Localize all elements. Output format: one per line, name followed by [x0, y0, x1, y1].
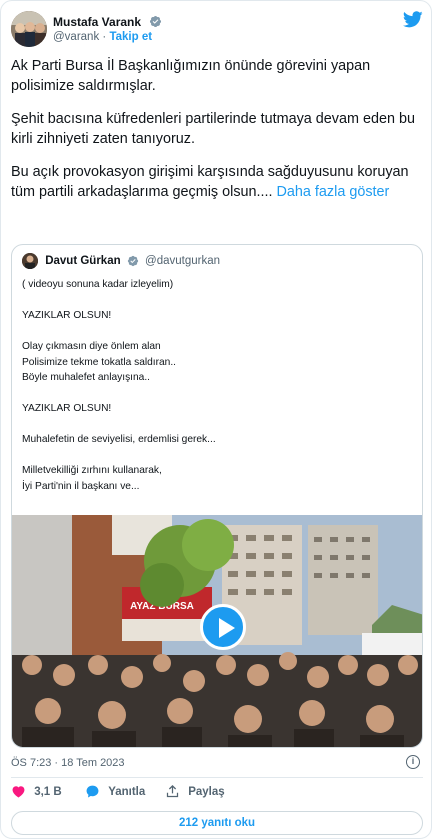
author-name[interactable]: Mustafa Varank: [53, 15, 141, 29]
like-button[interactable]: 3,1 B: [11, 784, 62, 804]
author-subline: @varank · Takip et: [53, 31, 152, 43]
author-handle[interactable]: @varank: [53, 31, 99, 43]
heart-icon: [12, 786, 25, 798]
quoted-avatar[interactable]: [22, 253, 38, 269]
share-upload-icon: [166, 784, 179, 798]
author-avatar[interactable]: [11, 11, 47, 47]
read-replies-button[interactable]: 212 yanıtı oku: [11, 811, 423, 835]
show-more-link[interactable]: Daha fazla göster: [277, 184, 390, 200]
like-count: 3,1 B: [34, 785, 62, 798]
quoted-text: ( videoyu sonuna kadar izleyelim) YAZIKL…: [22, 277, 412, 494]
quoted-verified-badge-icon: [127, 255, 138, 267]
quoted-line: YAZIKLAR OLSUN!: [22, 403, 112, 414]
share-button[interactable]: Paylaş: [165, 784, 225, 804]
quoted-avatar-image: [22, 253, 38, 269]
quoted-line: ( videoyu sonuna kadar izleyelim): [22, 279, 174, 290]
tweet-card: Mustafa Varank @varank · Takip et Ak Par…: [0, 0, 432, 839]
video-player[interactable]: AYAZ BURSA: [12, 515, 422, 747]
reply-button[interactable]: Yanıtla: [85, 784, 145, 804]
tweet-header: Mustafa Varank @varank · Takip et: [11, 9, 423, 49]
quoted-header: Davut Gürkan @davutgurkan: [22, 253, 220, 271]
quoted-line: Böyle muhalefet anlayışına..: [22, 372, 150, 383]
quoted-author-name[interactable]: Davut Gürkan: [45, 255, 120, 267]
quoted-line: Olay çıkmasın diye önlem alan: [22, 341, 161, 352]
tweet-paragraph-3: Bu açık provokasyon girişimi karşısında …: [11, 162, 421, 202]
tweet-paragraph-2: Şehit bacısına küfredenleri partilerinde…: [11, 111, 415, 147]
quoted-line: Polisimize tekme tokatla saldıran..: [22, 356, 177, 368]
share-label: Paylaş: [188, 785, 225, 798]
quoted-line: İyi Parti'nin il başkanı ve...: [22, 480, 140, 492]
twitter-bird-icon[interactable]: [403, 11, 423, 28]
quoted-author-handle[interactable]: @davutgurkan: [145, 255, 220, 267]
tweet-text: Ak Parti Bursa İl Başkanlığımızın önünde…: [11, 56, 421, 215]
avatar-image: [11, 11, 47, 47]
divider: [11, 777, 423, 778]
tweet-timestamp[interactable]: ÖS 7:23 · 18 Tem 2023: [11, 757, 125, 769]
play-button[interactable]: [200, 604, 246, 650]
quoted-line: Muhalefetin de seviyelisi, erdemlisi ger…: [22, 434, 216, 445]
quoted-line: Milletvekilliği zırhını kullanarak,: [22, 465, 162, 476]
reply-bubble-icon: [86, 785, 99, 798]
quoted-line: YAZIKLAR OLSUN!: [22, 310, 112, 321]
info-icon[interactable]: i: [406, 755, 420, 769]
reply-label: Yanıtla: [108, 785, 146, 798]
tweet-paragraph-1: Ak Parti Bursa İl Başkanlığımızın önünde…: [11, 58, 371, 94]
quoted-tweet[interactable]: Davut Gürkan @davutgurkan ( videoyu sonu…: [11, 244, 423, 748]
separator-dot: ·: [102, 31, 107, 43]
author-block: Mustafa Varank: [53, 13, 162, 31]
follow-button[interactable]: Takip et: [109, 31, 152, 43]
verified-badge-icon: [149, 16, 161, 28]
